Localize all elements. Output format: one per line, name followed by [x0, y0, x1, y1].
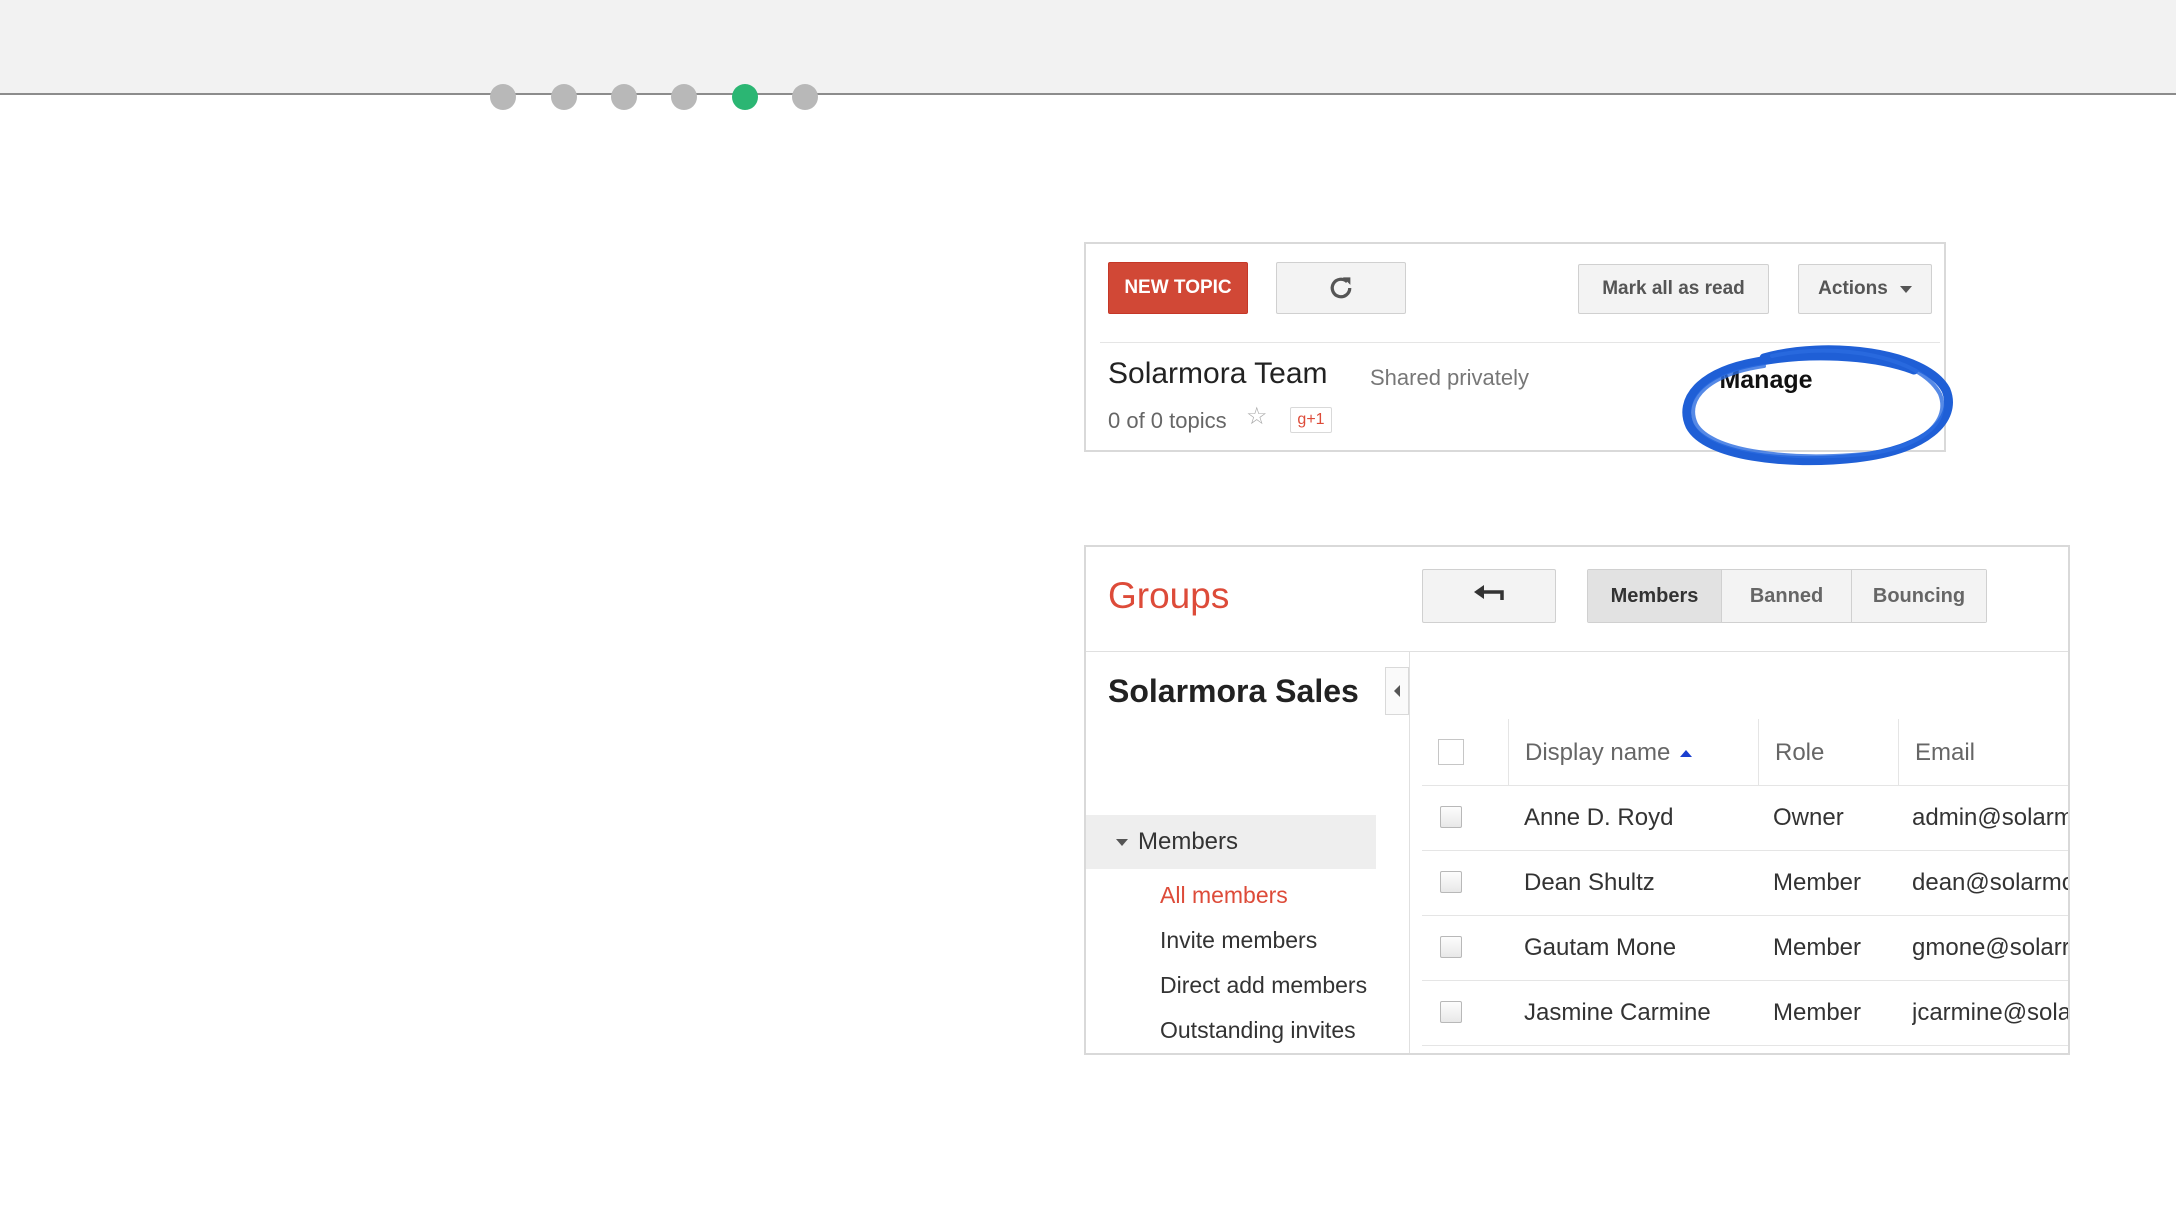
row-checkbox[interactable]: [1440, 1001, 1462, 1023]
refresh-icon: [1330, 277, 1352, 299]
member-role: Member: [1773, 869, 1862, 896]
column-divider: [1758, 719, 1759, 785]
sidebar-item-invite-members[interactable]: Invite members: [1160, 927, 1317, 954]
row-checkbox[interactable]: [1440, 871, 1462, 893]
member-email: dean@solarmo: [1912, 869, 2070, 896]
member-tabs: Members Banned Bouncing: [1587, 569, 1987, 623]
member-email: jcarmine@sola: [1912, 999, 2070, 1026]
back-arrow-icon: [1474, 585, 1504, 600]
table-row[interactable]: Gautam Mone Member gmone@solarr: [1422, 916, 2070, 981]
member-email: gmone@solarr: [1912, 934, 2070, 961]
collapse-sidebar-button[interactable]: [1385, 667, 1409, 715]
column-header-email[interactable]: Email: [1915, 739, 1975, 767]
step-dot[interactable]: [551, 84, 577, 110]
tab-bouncing[interactable]: Bouncing: [1852, 570, 1986, 622]
mark-all-read-label: Mark all as read: [1602, 278, 1745, 299]
member-email: admin@solarm: [1912, 804, 2070, 831]
column-divider: [1898, 719, 1899, 785]
step-dot-active[interactable]: [732, 84, 758, 110]
divider: [1086, 651, 2068, 652]
sidebar-item-all-members[interactable]: All members: [1160, 882, 1288, 909]
chevron-left-icon: [1394, 685, 1400, 697]
new-topic-button[interactable]: NEW TOPIC: [1108, 262, 1248, 314]
table-row[interactable]: Dean Shultz Member dean@solarmo: [1422, 851, 2070, 916]
refresh-button[interactable]: [1276, 262, 1406, 314]
sharing-status: Shared privately: [1370, 365, 1529, 390]
sidebar-section-label: Members: [1138, 828, 1239, 855]
actions-label: Actions: [1818, 278, 1888, 299]
table-row[interactable]: Jasmine Carmine Member jcarmine@sola: [1422, 981, 2070, 1046]
sidebar-section-members[interactable]: Members: [1086, 815, 1376, 869]
sidebar-item-outstanding-invites[interactable]: Outstanding invites: [1160, 1017, 1356, 1044]
step-dot[interactable]: [490, 84, 516, 110]
sort-ascending-icon: [1680, 750, 1693, 758]
chevron-down-icon: [1899, 285, 1912, 293]
member-name[interactable]: Jasmine Carmine: [1524, 999, 1711, 1027]
group-title: Solarmora Team: [1108, 357, 1328, 390]
column-divider: [1508, 719, 1509, 785]
back-button[interactable]: [1422, 569, 1556, 623]
tab-banned[interactable]: Banned: [1722, 570, 1852, 622]
member-role: Owner: [1773, 804, 1844, 831]
table-row[interactable]: Anne D. Royd Owner admin@solarm: [1422, 786, 2070, 851]
slide-header-bar: [0, 0, 2176, 95]
select-all-checkbox[interactable]: [1438, 739, 1464, 765]
column-header-label: Display name: [1525, 739, 1671, 766]
topic-count: 0 of 0 topics: [1108, 408, 1227, 433]
step-dot[interactable]: [792, 84, 818, 110]
member-name[interactable]: Anne D. Royd: [1524, 804, 1673, 832]
chevron-down-icon: [1116, 839, 1128, 846]
group-manage-panel: Groups Members Banned Bouncing Solarmora…: [1084, 545, 2070, 1055]
actions-dropdown[interactable]: Actions: [1798, 264, 1932, 314]
sidebar-item-direct-add-members[interactable]: Direct add members: [1160, 972, 1367, 999]
column-header-role[interactable]: Role: [1775, 739, 1824, 767]
member-name[interactable]: Dean Shultz: [1524, 869, 1655, 897]
mark-all-read-button[interactable]: Mark all as read: [1578, 264, 1769, 314]
plus-one-button[interactable]: g+1: [1290, 407, 1332, 433]
row-checkbox[interactable]: [1440, 936, 1462, 958]
step-dot[interactable]: [611, 84, 637, 110]
member-role: Member: [1773, 934, 1862, 961]
row-checkbox[interactable]: [1440, 806, 1462, 828]
group-name: Solarmora Sales: [1108, 673, 1359, 709]
groups-logo[interactable]: Groups: [1108, 575, 1229, 617]
tab-members[interactable]: Members: [1588, 570, 1722, 622]
step-dot[interactable]: [671, 84, 697, 110]
highlight-circle: [1682, 345, 1953, 466]
member-name[interactable]: Gautam Mone: [1524, 934, 1676, 962]
divider: [1409, 651, 1410, 1053]
star-icon[interactable]: ☆: [1246, 402, 1268, 431]
column-header-display-name[interactable]: Display name: [1525, 739, 1693, 767]
member-role: Member: [1773, 999, 1862, 1026]
